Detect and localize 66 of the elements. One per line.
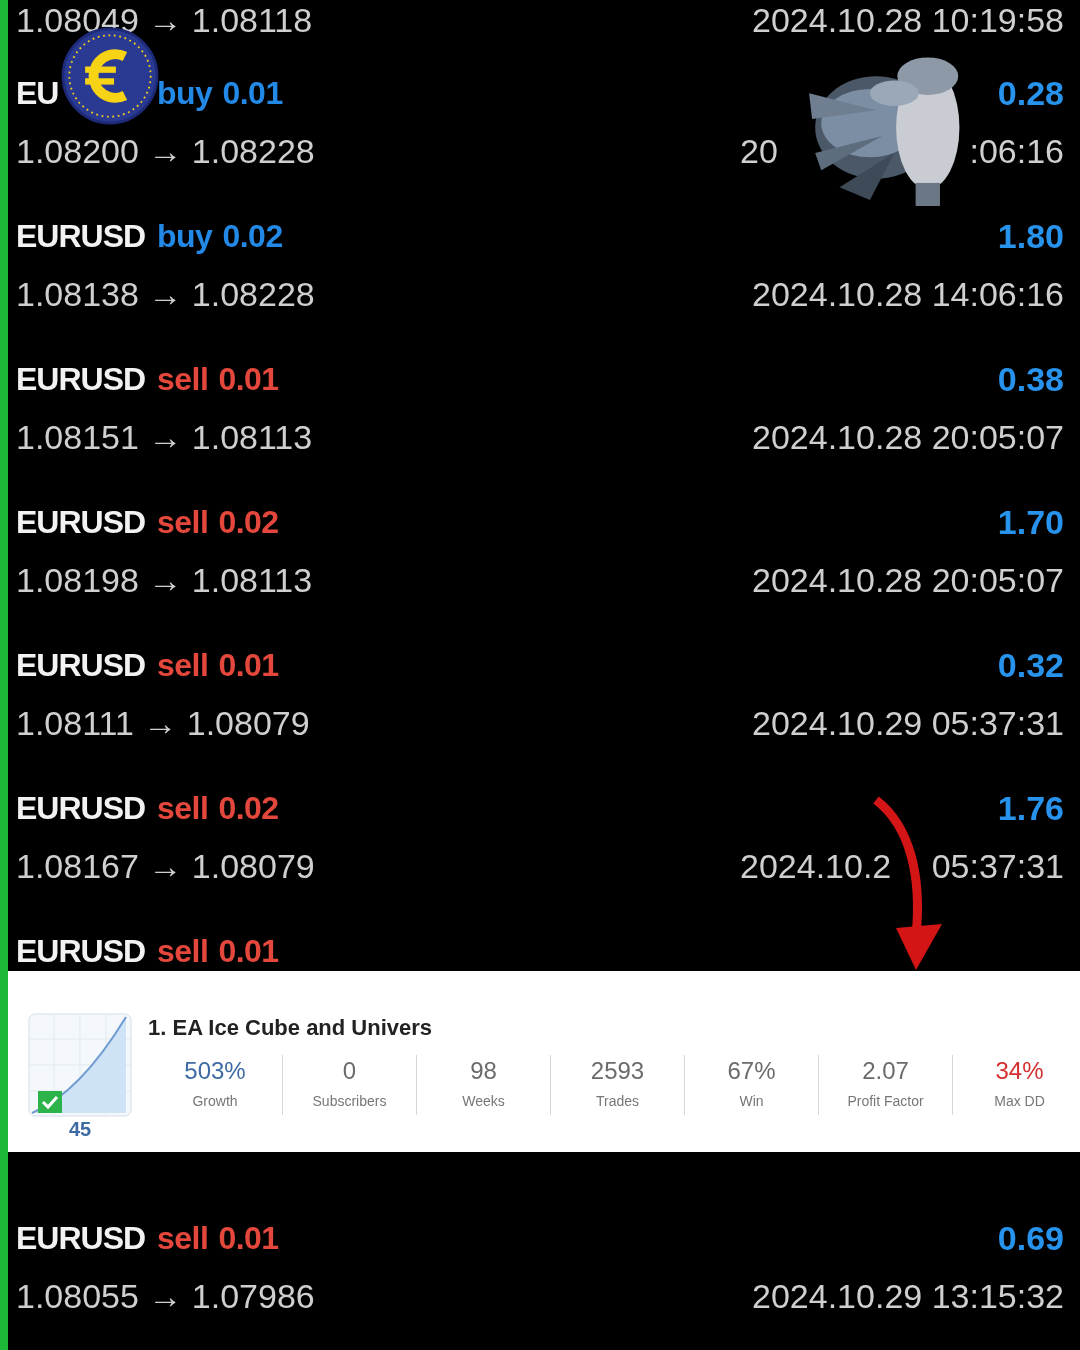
stat-label: Trades bbox=[595, 1092, 640, 1111]
symbol-label: EURUSD bbox=[16, 932, 147, 971]
close-time: 2024.10.28 20:05:07 bbox=[752, 559, 1064, 601]
symbol-label: EURUSD bbox=[16, 217, 147, 256]
stat-label: Weeks bbox=[462, 1092, 505, 1111]
profit-value: 0.69 bbox=[997, 1217, 1064, 1259]
stat-label: Subscribers bbox=[312, 1092, 387, 1111]
symbol-label: EU bbox=[16, 74, 60, 113]
stat-label: Max DD bbox=[994, 1092, 1045, 1111]
close-time: 20 bbox=[740, 130, 778, 172]
lot-size: 0.02 bbox=[218, 789, 279, 828]
lot-size: 0.02 bbox=[222, 217, 283, 256]
symbol-label: EURUSD bbox=[16, 646, 147, 685]
symbol-label: EURUSD bbox=[16, 789, 147, 828]
stat-label: Profit Factor bbox=[847, 1092, 924, 1111]
profit-value: 1.80 bbox=[997, 215, 1064, 257]
order-type: sell bbox=[157, 789, 209, 828]
stat-value: 2593 bbox=[590, 1056, 645, 1086]
price-range: 1.08200 → 1.08228 bbox=[16, 130, 315, 172]
price-range: 1.08138 → 1.08228 bbox=[16, 273, 315, 315]
stat-value: 98 bbox=[470, 1056, 497, 1086]
price-range: 1.08151 → 1.08113 bbox=[16, 416, 313, 458]
price-range: 1.08111 → 1.08079 bbox=[16, 702, 310, 744]
profit-value: 0.32 bbox=[997, 644, 1064, 686]
symbol-label: EURUSD bbox=[16, 360, 147, 399]
symbol-label: EURUSD bbox=[16, 503, 147, 542]
stat-value: 67% bbox=[727, 1056, 776, 1086]
order-type: sell bbox=[157, 646, 209, 685]
order-type: buy bbox=[157, 217, 213, 256]
stat-value: 34% bbox=[995, 1056, 1044, 1086]
profit-value: 1.70 bbox=[997, 501, 1064, 543]
price-range: 1.08049 → 1.08118 bbox=[16, 3, 313, 37]
lot-size: 0.01 bbox=[218, 1219, 279, 1258]
signal-title: 1. EA Ice Cube and Univers bbox=[148, 1014, 434, 1042]
stat-label: Growth bbox=[192, 1092, 238, 1111]
signal-card[interactable]: 45 1. EA Ice Cube and Univers 503% Growth 0 Subscribers 98 Weeks 2593 Trades 67% Win 2.07 Profit Factor 34% Max DD bbox=[8, 971, 1080, 1152]
close-time: 2024.10.28 20:05:07 bbox=[752, 416, 1064, 458]
symbol-label: EURUSD bbox=[16, 1219, 147, 1258]
close-time: 2024.10.29 05:37:31 bbox=[752, 702, 1064, 744]
order-type: buy bbox=[157, 74, 213, 113]
stat-value: 503% bbox=[184, 1056, 246, 1086]
price-range: 1.08167 → 1.08079 bbox=[16, 845, 315, 887]
order-type: sell bbox=[157, 503, 209, 542]
profit-value: 0.28 bbox=[997, 72, 1064, 114]
lot-size: 0.02 bbox=[218, 503, 279, 542]
stat-value: 0 bbox=[342, 1056, 357, 1086]
lot-size: 0.01 bbox=[218, 932, 279, 971]
stat-label: Win bbox=[739, 1092, 764, 1111]
order-type: sell bbox=[157, 932, 209, 971]
close-time: 2024.10.2 bbox=[740, 845, 892, 887]
lot-size: 0.01 bbox=[222, 74, 283, 113]
close-time: 2024.10.29 13:15:32 bbox=[752, 1275, 1064, 1317]
stat-value: 2.07 bbox=[862, 1056, 909, 1086]
order-type: sell bbox=[157, 1219, 209, 1258]
profit-value: 0.38 bbox=[997, 358, 1064, 400]
close-time: 2024.10.28 10:19:58 bbox=[752, 3, 1064, 37]
lot-size: 0.01 bbox=[218, 646, 279, 685]
close-time: 2024.10.28 14:06:16 bbox=[752, 273, 1064, 315]
close-time: :06:16 bbox=[969, 130, 1064, 172]
rank-number: 45 bbox=[68, 1117, 92, 1141]
price-range: 1.08198 → 1.08113 bbox=[16, 559, 313, 601]
profit-value: 1.76 bbox=[997, 787, 1064, 829]
order-type: sell bbox=[157, 360, 209, 399]
lot-size: 0.01 bbox=[218, 360, 279, 399]
price-range: 1.08055 → 1.07986 bbox=[16, 1275, 315, 1317]
close-time: 05:37:31 bbox=[931, 845, 1064, 887]
